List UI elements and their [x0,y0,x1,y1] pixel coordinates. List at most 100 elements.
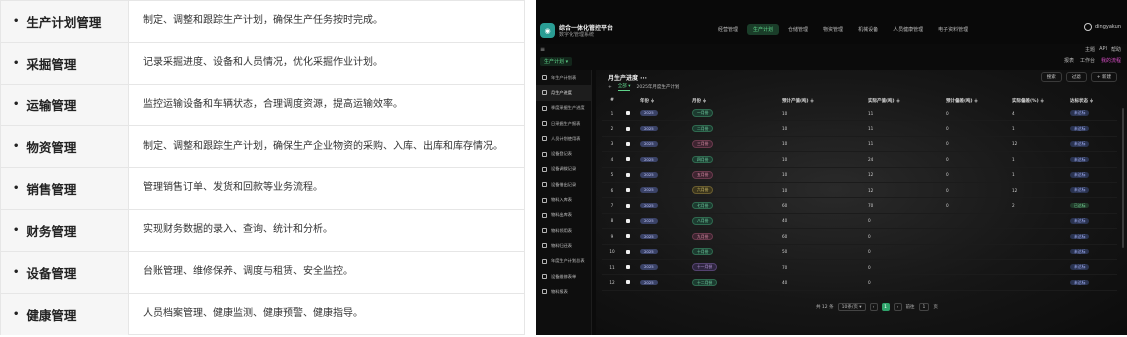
column-header[interactable]: 实际产值(吨) ≑ [856,98,934,104]
next-page-button[interactable]: › [893,303,902,311]
bullet-icon: • [13,141,20,153]
row-checkbox[interactable] [626,126,630,131]
row-index: 5 [610,172,614,178]
breadcrumb[interactable]: 生产计划 ▾ [540,57,573,66]
toolbar-button[interactable]: + 新建 [1090,72,1117,82]
nav-item[interactable]: 机械设备 [852,24,884,35]
document-icon [542,243,547,249]
nav-item[interactable]: 人员健康管理 [887,24,929,35]
user-area[interactable]: dingyakun [1083,23,1121,31]
column-header[interactable]: # [602,98,622,103]
sidebar-item[interactable]: 物料出库表 [536,208,591,223]
prev-page-button[interactable]: ‹ [869,303,878,311]
sidebar-item[interactable]: 日采掘生产报表 [536,116,591,131]
quick-action-link[interactable]: 报表 [1064,57,1074,64]
row-checkbox[interactable] [626,203,630,208]
sidebar-item-label: 季度采掘生产进度 [551,105,585,111]
nav-item[interactable]: 仓储管理 [782,24,814,35]
row-checkbox[interactable] [626,188,630,193]
sidebar-item[interactable]: 物料归还表 [536,238,591,253]
planned-output: 10 [782,126,788,132]
status-badge: 未达标 [1070,218,1090,224]
sidebar-item[interactable]: 设备登记表 [536,146,591,161]
row-checkbox[interactable] [626,157,630,162]
sidebar-item-label: 年度生产计划总表 [551,258,585,264]
toolbar: 搜索 过滤 + 新建 [1040,72,1117,82]
table-row[interactable]: 3 2025 三月份 10 11 0 12 未达标 [602,137,1117,153]
column-header[interactable]: 预计偏差(吨) ≑ [934,98,1008,104]
sidebar-item[interactable]: 季度采掘生产进度 [536,101,591,116]
page-button-current[interactable]: 1 [881,303,890,311]
sidebar-item[interactable]: 物料领用表 [536,223,591,238]
filter-tab[interactable]: 全部 ▾ [617,83,631,91]
nav-item[interactable]: 电子资料管理 [932,24,974,35]
main-panel: 月生产进度 ··· 搜索 过滤 + 新建 + 全部 ▾ 2025年月度生产计划 # 年份 … [596,70,1127,335]
column-header[interactable]: 达标状态 ≑ [1058,98,1117,104]
goto-page-input[interactable]: 1 [918,303,930,311]
sidebar-item[interactable]: 年度生产计划总表 [536,254,591,269]
sidebar-item[interactable]: 人员计划使用表 [536,131,591,146]
filter-tab[interactable]: + [608,85,612,90]
table-row[interactable]: 7 2025 七月份 60 70 0 2 已达标 [602,198,1117,214]
column-header[interactable]: 年份 ≑ [634,98,686,104]
table-row[interactable]: 2 2025 二月份 10 11 0 1 未达标 [602,121,1117,137]
sidebar-item[interactable]: 月生产进度 [536,85,591,101]
month-pill: 二月份 [692,124,714,133]
document-icon [542,166,547,172]
nav-item[interactable]: 生产计划 [747,24,780,35]
table-row[interactable]: 1 2025 一月份 10 11 0 4 未达标 [602,106,1117,122]
toolbar-button[interactable]: 搜索 [1040,72,1062,82]
util-link[interactable]: API [1099,46,1107,53]
nav-item[interactable]: 物资管理 [817,24,849,35]
table-header: # 年份 ≑ 月份 ≑ 预计产值(吨) ≑ 实际产值(吨) ≑ 预计偏差(吨) ≑ 实际偏差… [602,95,1117,106]
table-row[interactable]: 8 2025 八月份 40 0 未达标 [602,214,1117,230]
scrollbar[interactable] [1122,108,1124,248]
sidebar-item[interactable]: 设备借出记录 [536,177,591,192]
row-index: 8 [610,218,614,224]
util-link[interactable]: 帮助 [1111,46,1121,53]
feature-description: 管理销售订单、发货和回款等业务流程。 [143,182,323,194]
table-row[interactable]: 10 2025 十月份 50 0 未达标 [602,245,1117,260]
status-cell: 未达标 [1058,110,1117,116]
month-cell: 八月份 [686,217,764,225]
sidebar-item[interactable]: 年生产计划表 [536,70,591,85]
row-checkbox[interactable] [626,280,630,285]
toolbar-button[interactable]: 过滤 [1065,72,1087,82]
row-checkbox[interactable] [626,141,630,146]
row-checkbox[interactable] [626,265,630,270]
row-checkbox[interactable] [626,218,630,223]
feature-name: • 运输管理 [1,84,129,126]
row-checkbox[interactable] [626,249,630,254]
util-link[interactable]: 主题 [1085,46,1095,53]
month-cell: 九月份 [686,232,764,241]
page-size-select[interactable]: 10条/页 ▾ [837,303,866,311]
sidebar-item[interactable]: 设备维修表单 [536,269,591,284]
table-row[interactable]: 4 2025 四月份 10 24 0 1 未达标 [602,152,1117,168]
menu-toggle-icon[interactable]: ≡ [540,46,545,53]
sidebar-item[interactable]: 设备调拨记录 [536,162,591,177]
quick-action-link[interactable]: 工作台 [1080,57,1095,64]
year-pill: 2025 [640,264,658,270]
feature-row: • 采掘管理 记录采掘进度、设备和人员情况，优化采掘作业计划。 [1,42,524,85]
nav-item[interactable]: 经营管理 [712,24,744,35]
filter-tab[interactable]: 2025年月度生产计划 [636,84,679,90]
year-pill: 2025 [640,156,658,163]
column-header[interactable]: 预计产值(吨) ≑ [764,98,856,104]
quick-action-link[interactable]: 我的流程 [1101,57,1121,64]
feature-row: • 生产计划管理 制定、调整和跟踪生产计划，确保生产任务按时完成。 [1,1,524,43]
sidebar-item[interactable]: 物料入库表 [536,192,591,207]
table-row[interactable]: 12 2025 十二月份 40 0 未达标 [602,275,1117,291]
planned-output: 10 [782,141,788,147]
row-checkbox[interactable] [626,234,630,239]
table-row[interactable]: 5 2025 五月份 10 12 0 1 未达标 [602,168,1117,183]
column-header[interactable]: 实际偏差(%) ≑ [1008,98,1058,104]
row-checkbox[interactable] [626,111,630,116]
year-cell: 2025 [634,141,686,147]
table-row[interactable]: 6 2025 六月份 10 12 0 12 未达标 [602,183,1117,199]
table-row[interactable]: 9 2025 九月份 60 0 未达标 [602,229,1117,245]
column-header[interactable]: 月份 ≑ [686,98,764,104]
table-row[interactable]: 11 2025 十一月份 70 0 未达标 [602,260,1117,276]
row-checkbox[interactable] [626,172,630,177]
sidebar-item[interactable]: 物料报表 [536,284,591,299]
actual-deviation-pct: 1 [1012,156,1015,162]
